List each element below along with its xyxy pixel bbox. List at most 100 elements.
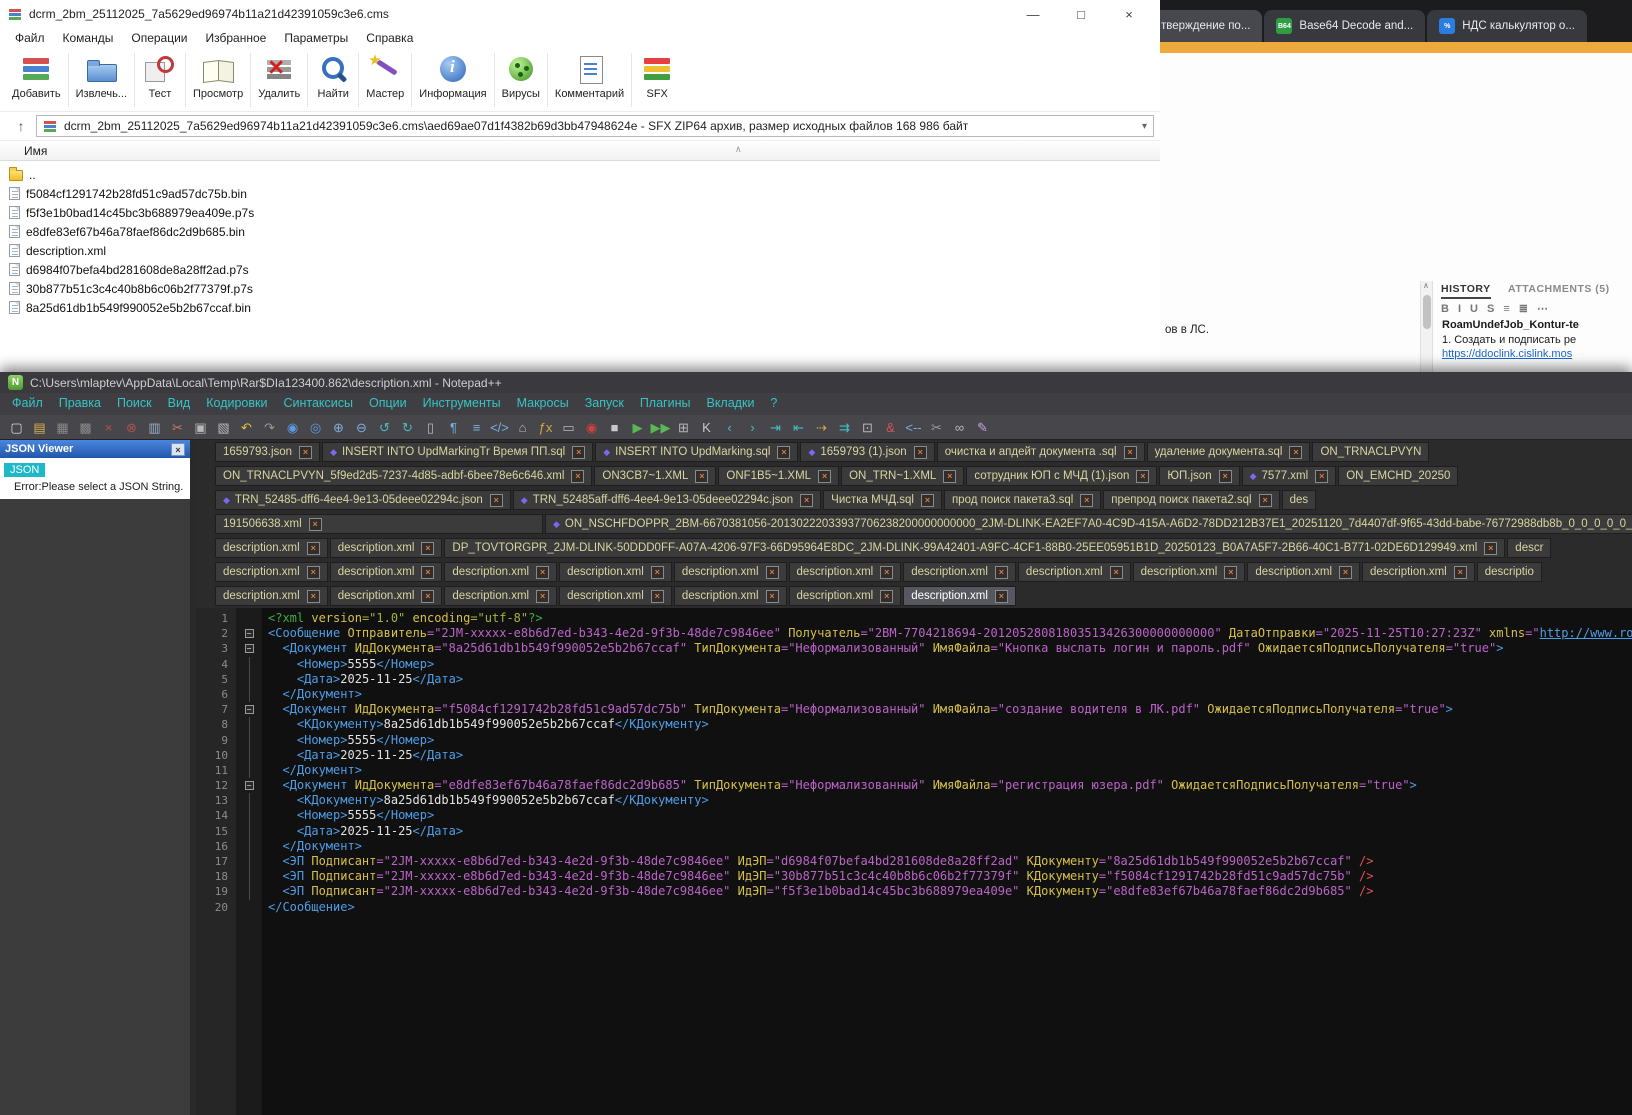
tab-close-icon[interactable]: × [571, 469, 585, 483]
toolbar-sfx-button[interactable]: SFX [633, 52, 681, 101]
editor-tab[interactable]: ON_TRNACLPVYN [1312, 442, 1430, 462]
format-icon[interactable]: ≡ [1503, 303, 1509, 315]
history-entry-link[interactable]: https://ddoclink.cislink.mos [1442, 348, 1572, 360]
editor-tab[interactable]: description.xml × [215, 586, 328, 606]
editor-tab[interactable]: ON_EMCHD_20250 [1338, 466, 1459, 486]
editor-tab[interactable]: description.xml × [903, 562, 1016, 582]
undo-icon[interactable]: ↶ [236, 417, 257, 438]
file-row[interactable]: 8a25d61db1b549f990052e5b2b67ccaf.bin [0, 298, 1160, 317]
print-icon[interactable]: ▥ [144, 417, 165, 438]
tab-close-icon[interactable]: × [572, 445, 586, 459]
editor-tab[interactable]: description.xml × [559, 586, 672, 606]
npp-menu-item[interactable]: Инструменты [415, 393, 509, 413]
tab-close-icon[interactable]: × [1258, 493, 1272, 507]
tab-close-icon[interactable]: × [1289, 445, 1303, 459]
toolbar-extract-button[interactable]: Извлечь... [70, 52, 133, 101]
file-row[interactable]: description.xml [0, 241, 1160, 260]
scrollbar-thumb[interactable] [1423, 295, 1431, 329]
tab-close-icon[interactable]: × [1123, 445, 1137, 459]
npp-menu-item[interactable]: Вкладки [698, 393, 762, 413]
toolbar-add-button[interactable]: Добавить [6, 52, 67, 101]
doc-map-icon[interactable]: ⌂ [512, 417, 533, 438]
tab-close-icon[interactable]: × [650, 589, 664, 603]
editor-tab[interactable]: description.xml × [329, 586, 443, 606]
tab-close-icon[interactable]: × [1224, 565, 1238, 579]
tab-close-icon[interactable]: × [299, 445, 313, 459]
menu-item[interactable]: Избранное [197, 28, 276, 48]
toolbar-virus-button[interactable]: Вирусы [496, 52, 546, 101]
npp-menu-item[interactable]: Опции [361, 393, 415, 413]
winrar-titlebar[interactable]: dcrm_2bm_25112025_7a5629ed96974b11a21d42… [0, 0, 1160, 28]
editor-tab[interactable]: description.xml × [1132, 562, 1246, 582]
tab-close-icon[interactable]: × [994, 565, 1008, 579]
zoom-in-icon[interactable]: ⊕ [328, 417, 349, 438]
bookmark-first-icon[interactable]: K [696, 417, 717, 438]
fold-collapse-icon[interactable]: − [244, 781, 254, 791]
toolbar-info-button[interactable]: Информация [413, 52, 492, 101]
sync-scroll-horizontal-icon[interactable]: ↻ [397, 417, 418, 438]
json-viewer-tool-icon[interactable]: ⊡ [857, 417, 878, 438]
editor-tab[interactable]: 191506638.xml × [215, 514, 543, 534]
scroll-up-icon[interactable]: ∧ [1423, 281, 1429, 290]
menu-item[interactable]: Файл [6, 28, 54, 48]
maximize-icon[interactable]: □ [1072, 7, 1090, 22]
edit-tool-icon[interactable]: ✎ [972, 417, 993, 438]
format-icon[interactable]: ≣ [1519, 302, 1528, 315]
tab-close-icon[interactable]: × [943, 469, 957, 483]
toolbar-test-button[interactable]: Тест [136, 52, 184, 101]
tab-close-icon[interactable]: × [1136, 469, 1150, 483]
editor-tab[interactable]: des [1281, 490, 1317, 510]
editor-tab[interactable]: ONF1B5~1.XML × [718, 466, 840, 486]
bookmark-last-icon[interactable]: ⇥ [765, 417, 786, 438]
mime-tools-icon[interactable]: ⇢ [811, 417, 832, 438]
address-bar[interactable]: dcrm_2bm_25112025_7a5629ed96974b11a21d42… [36, 115, 1154, 137]
format-icon[interactable]: U [1470, 303, 1478, 315]
tab-close-icon[interactable]: × [818, 469, 832, 483]
editor-tab[interactable]: description.xml × [329, 538, 443, 558]
find-icon[interactable]: ◉ [282, 417, 303, 438]
file-row[interactable]: 30b877b51c3c4c40b8b6c06b2f77379f.p7s [0, 279, 1160, 298]
macro-run-multiple-icon[interactable]: ▶▶ [650, 417, 671, 438]
menu-item[interactable]: Параметры [275, 28, 357, 48]
doc-list-icon[interactable]: ▭ [558, 417, 579, 438]
editor-tab[interactable]: очистка и апдейт документа .sql × [936, 442, 1145, 462]
browser-tab[interactable]: тверждение по... [1160, 10, 1263, 42]
editor-tab[interactable]: description.xml × [215, 562, 328, 582]
up-one-level-icon[interactable]: ↑ [6, 118, 36, 134]
editor-tab[interactable]: description.xml × [559, 562, 672, 582]
macro-record-icon[interactable]: ◉ [581, 417, 602, 438]
tab-close-icon[interactable]: × [994, 589, 1008, 603]
editor-tab[interactable]: description.xml × [444, 586, 558, 606]
tab-close-icon[interactable]: × [1218, 469, 1232, 483]
jump-back-icon[interactable]: ⇤ [788, 417, 809, 438]
toolbar-find-button[interactable]: Найти [309, 52, 357, 101]
tab-close-icon[interactable]: × [1109, 565, 1123, 579]
editor-tab[interactable]: ◆ 1659793 (1).json × [800, 442, 935, 462]
editor-tab[interactable]: Чистка МЧД.sql × [823, 490, 942, 510]
tab-close-icon[interactable]: × [880, 589, 894, 603]
zoom-out-icon[interactable]: ⊖ [351, 417, 372, 438]
editor-tab[interactable]: ЮП.json × [1159, 466, 1240, 486]
file-row[interactable]: f5f3e1b0bad14c45bc3b688979ea409e.p7s [0, 203, 1160, 222]
npp-menu-item[interactable]: Правка [51, 393, 109, 413]
tab-close-icon[interactable]: × [880, 565, 894, 579]
snippets-icon[interactable]: ✂ [926, 417, 947, 438]
tab-close-icon[interactable]: × [695, 469, 709, 483]
editor-tab[interactable]: 1659793.json × [215, 442, 321, 462]
tab-close-icon[interactable]: × [913, 445, 927, 459]
editor-tab[interactable]: description.xml × [1362, 562, 1475, 582]
cut-icon[interactable]: ✂ [167, 417, 188, 438]
tab-close-icon[interactable]: × [308, 517, 322, 531]
macro-play-icon[interactable]: ▶ [627, 417, 648, 438]
tab-close-icon[interactable]: × [306, 541, 320, 555]
word-wrap-icon[interactable]: ≡ [466, 417, 487, 438]
dropdown-icon[interactable]: ▾ [1142, 121, 1147, 132]
editor-tab[interactable]: ◆ INSERT INTO UpdMarkingTr Время ПП.sql × [322, 442, 594, 462]
json-root-node[interactable]: JSON [4, 463, 46, 477]
tab-attachments[interactable]: ATTACHMENTS (5) [1508, 283, 1610, 295]
npp-menu-item[interactable]: Запуск [577, 393, 632, 413]
scrollbar[interactable]: ∧ [1420, 281, 1433, 372]
show-all-characters-icon[interactable]: ¶ [443, 417, 464, 438]
copy-icon[interactable]: ▣ [190, 417, 211, 438]
editor-tab[interactable]: ◆ 7577.xml × [1241, 466, 1337, 486]
